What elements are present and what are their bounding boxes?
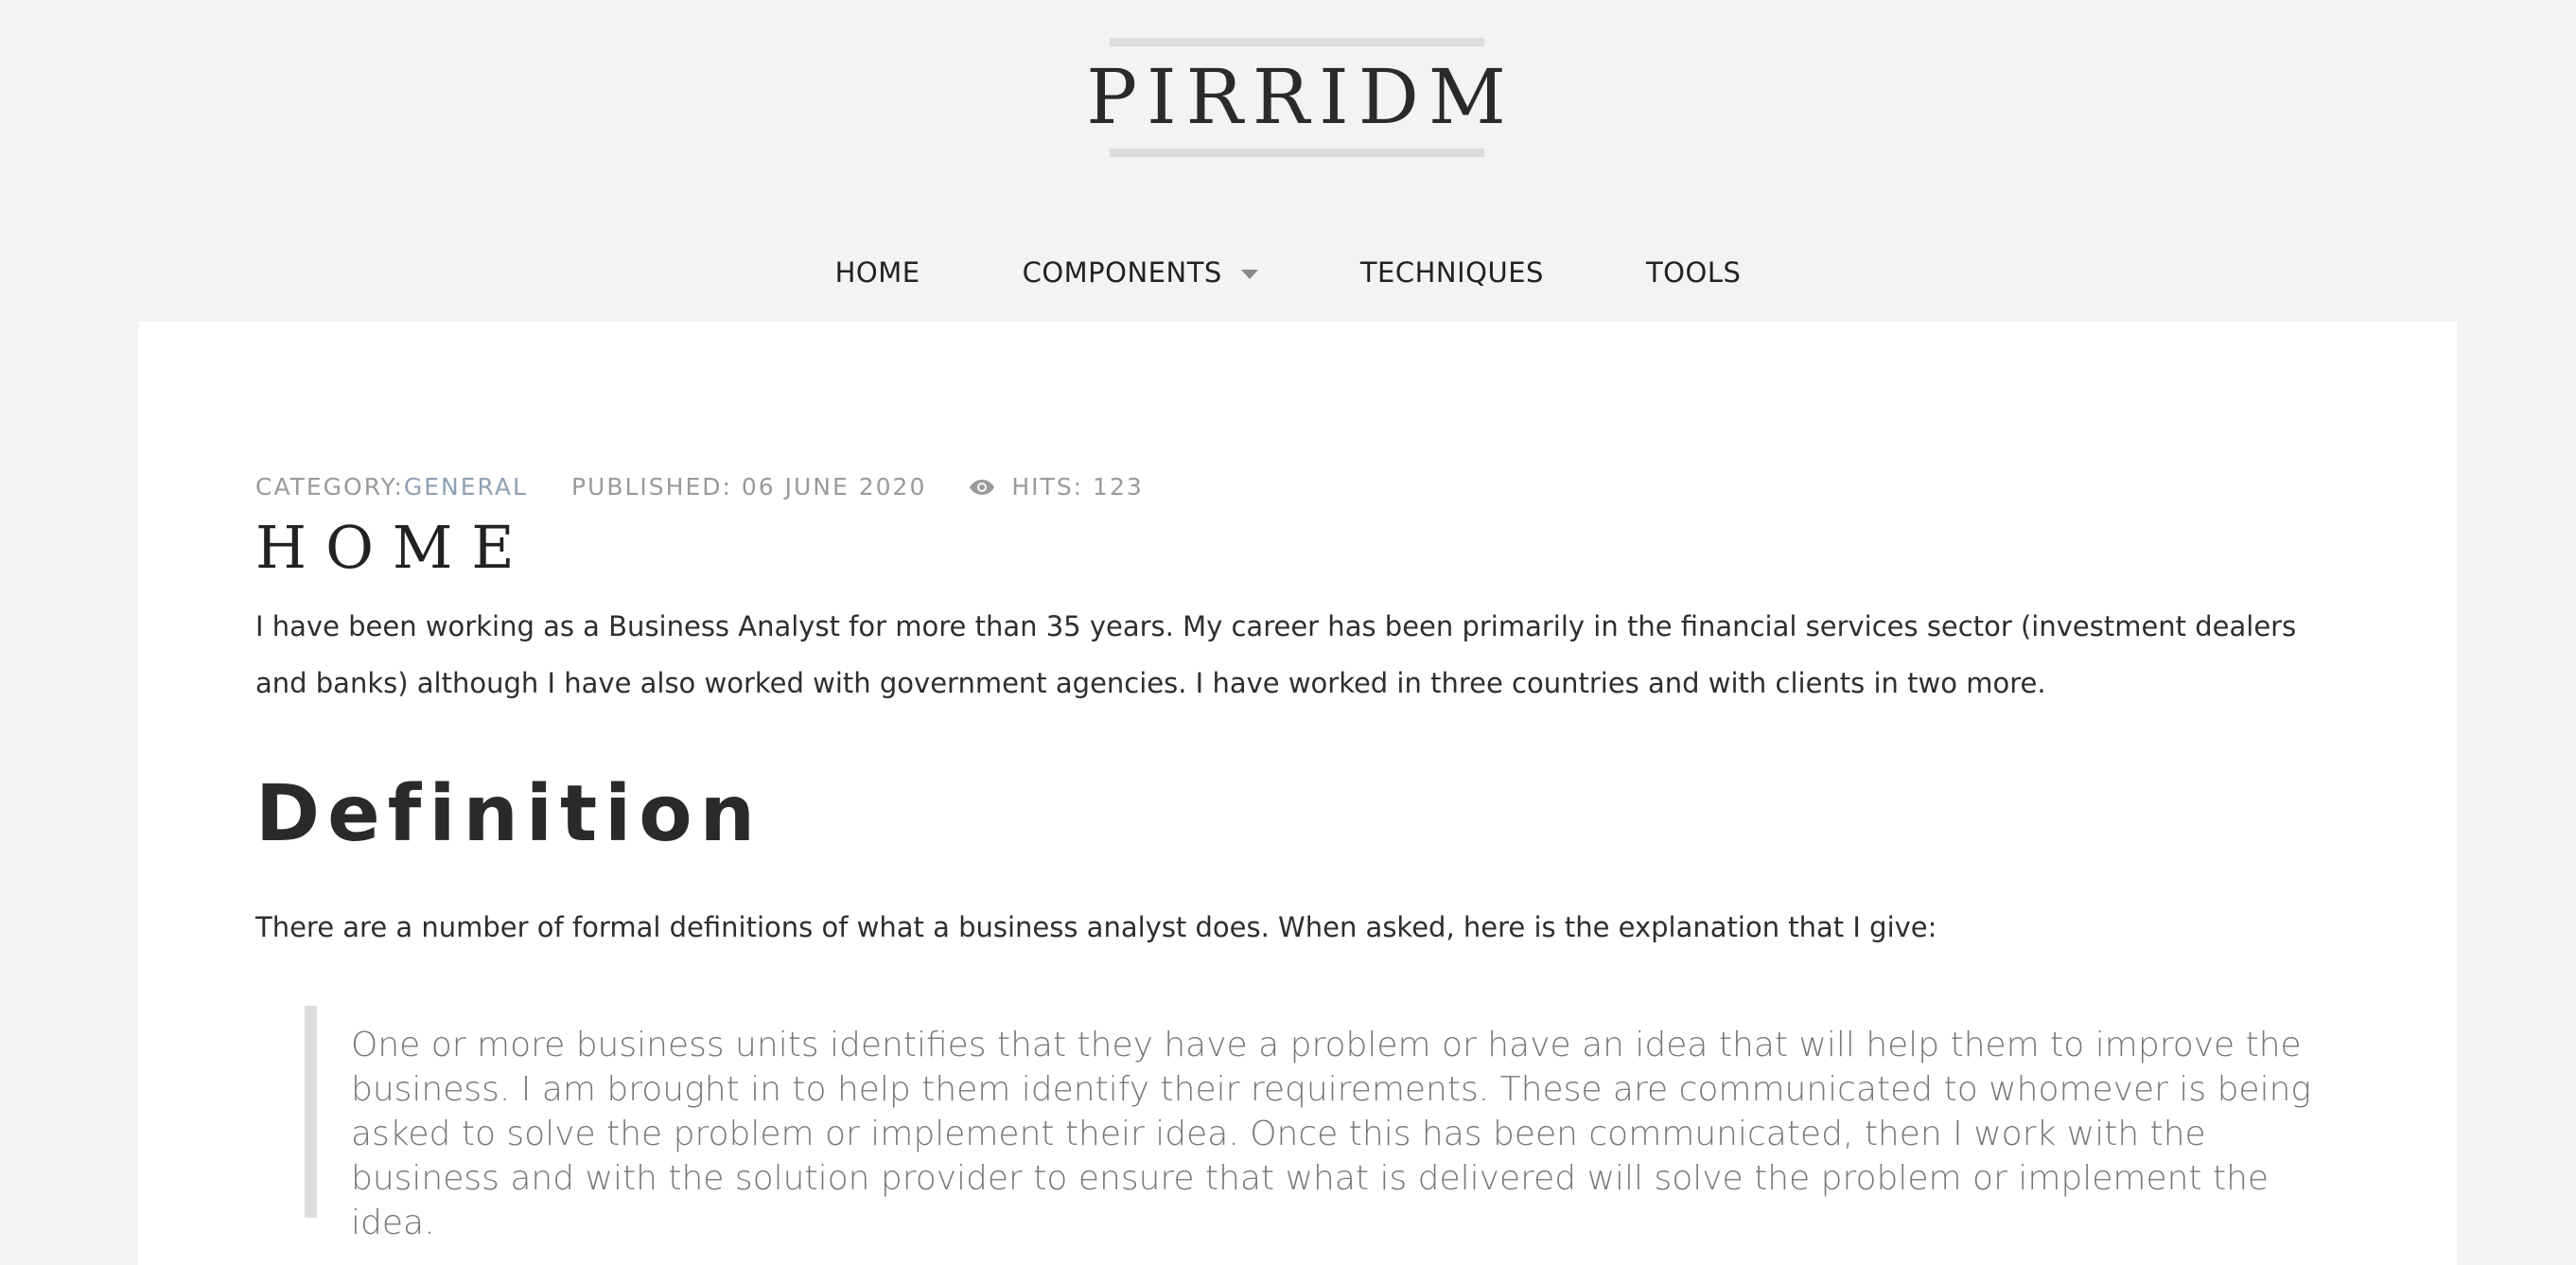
page: PIRRIDM HOME COMPONENTS TECHNIQUES TOOLS… bbox=[0, 0, 2576, 1265]
chevron-down-icon bbox=[1240, 270, 1258, 279]
intro-paragraph: I have been working as a Business Analys… bbox=[255, 610, 2297, 699]
category-label: CATEGORY: bbox=[255, 473, 404, 501]
nav-item-tools[interactable]: TOOLS bbox=[1646, 256, 1741, 289]
category-link[interactable]: GENERAL bbox=[404, 473, 528, 501]
page-title: HOME bbox=[255, 513, 534, 582]
section-heading: Definition bbox=[255, 769, 762, 859]
article-card: CATEGORY: GENERAL PUBLISHED: 06 JUNE 202… bbox=[138, 322, 2457, 1265]
quote-text: One or more business units identifies th… bbox=[351, 1026, 2312, 1242]
site-logo-text: PIRRIDM bbox=[1086, 53, 1516, 141]
nav-item-label: HOME bbox=[834, 256, 920, 289]
site-logo[interactable]: PIRRIDM bbox=[1086, 38, 1506, 157]
nav-item-label: TECHNIQUES bbox=[1359, 256, 1544, 289]
published-date: PUBLISHED: 06 JUNE 2020 bbox=[570, 473, 927, 501]
article-meta: CATEGORY: GENERAL PUBLISHED: 06 JUNE 202… bbox=[255, 473, 1144, 501]
nav-item-label: TOOLS bbox=[1645, 256, 1742, 289]
definition-paragraph: There are a number of formal definitions… bbox=[255, 911, 1937, 943]
hits-count: HITS: 123 bbox=[1011, 473, 1144, 501]
nav-item-components[interactable]: COMPONENTS bbox=[1023, 256, 1258, 289]
nav-item-techniques[interactable]: TECHNIQUES bbox=[1360, 256, 1544, 289]
nav-item-home[interactable]: HOME bbox=[835, 256, 920, 289]
definition-quote: One or more business units identifies th… bbox=[305, 1006, 2348, 1242]
nav-item-label: COMPONENTS bbox=[1022, 256, 1222, 289]
eye-icon bbox=[970, 479, 995, 495]
main-nav: HOME COMPONENTS TECHNIQUES TOOLS bbox=[0, 246, 2576, 299]
